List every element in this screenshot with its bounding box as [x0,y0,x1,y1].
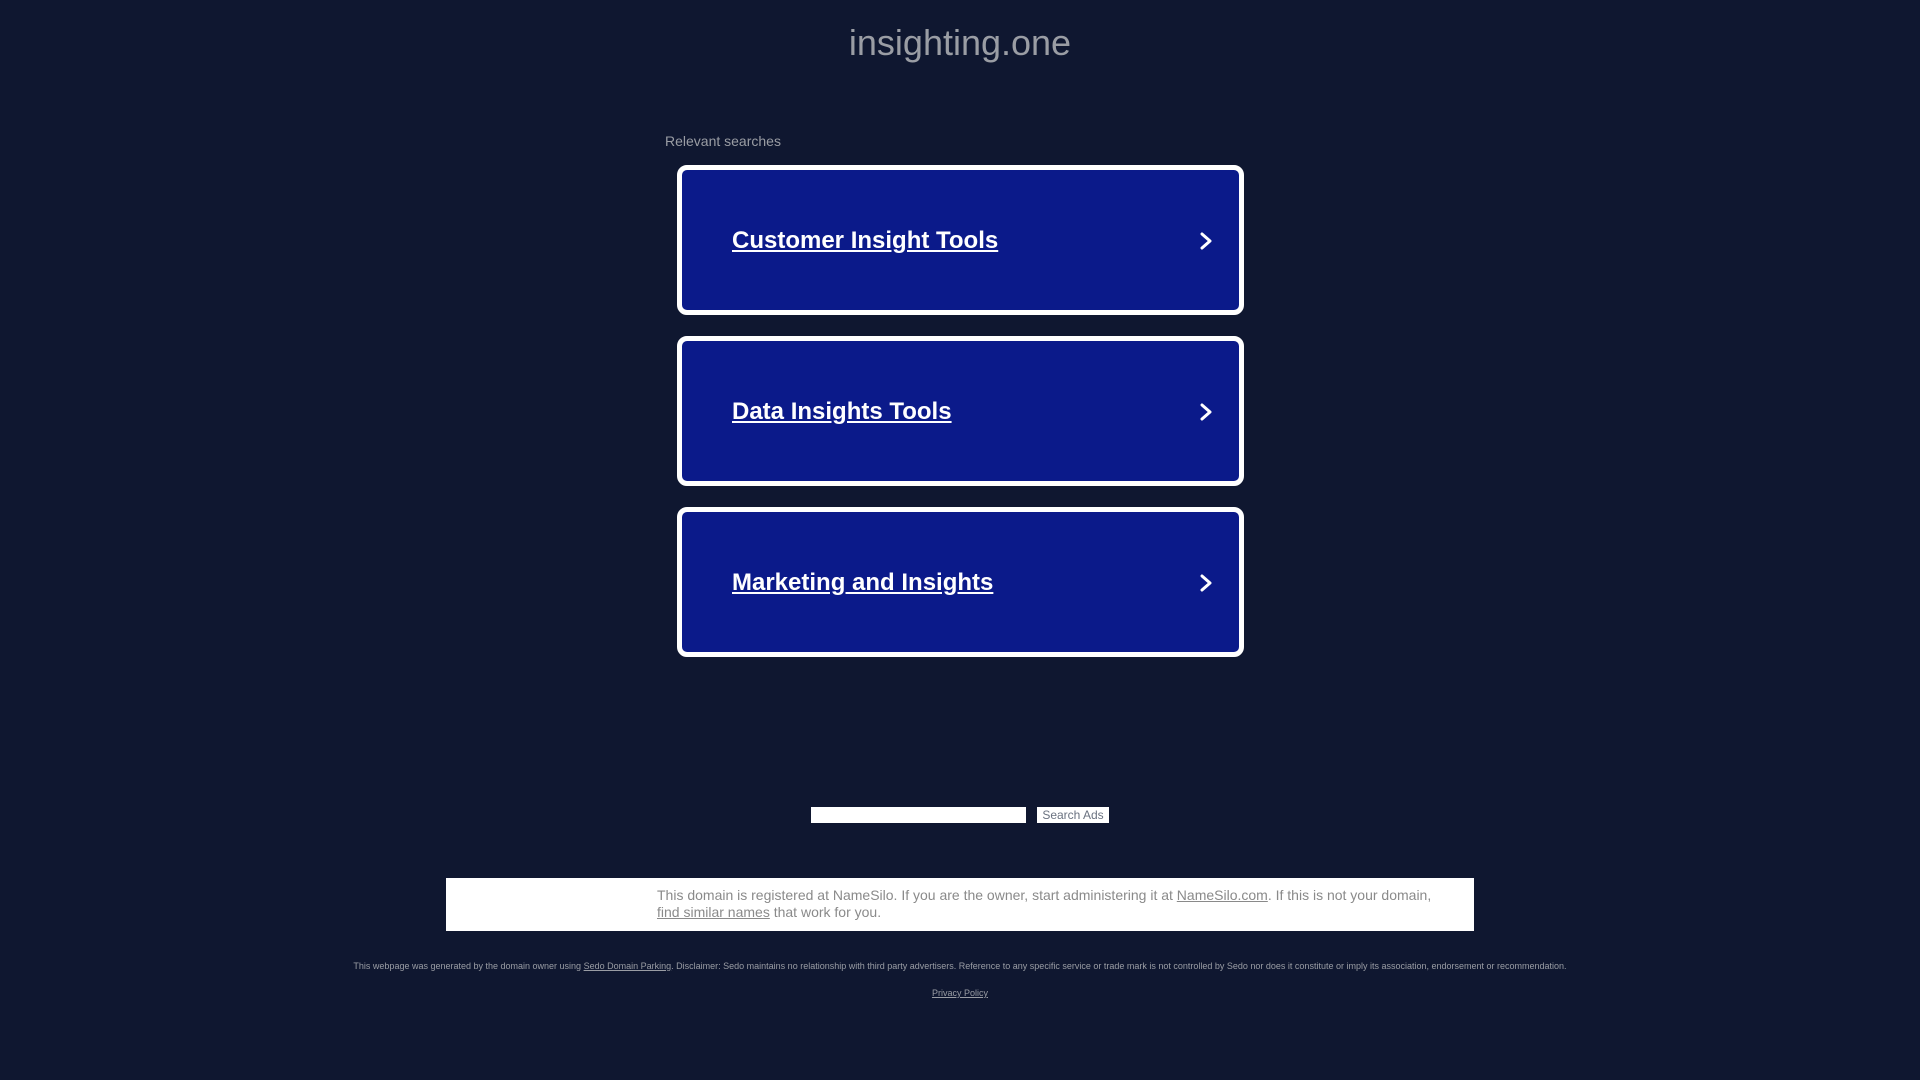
search-input[interactable] [811,807,1027,823]
chevron-right-icon [1200,403,1212,421]
ad-link-marketing-and-insights[interactable]: Marketing and Insights [677,507,1244,657]
notice-text-middle: . If this is not your domain, [1267,887,1432,903]
find-similar-names-link[interactable]: find similar names [657,904,770,920]
chevron-right-icon [1200,232,1212,250]
ad-link-data-insights-tools[interactable]: Data Insights Tools [677,336,1244,486]
relevant-searches-label: Relevant searches [665,133,781,149]
domain-title: insighting.one [848,22,1072,63]
ad-link-customer-insight-tools[interactable]: Customer Insight Tools [677,165,1244,315]
disclaimer-text-before: This webpage was generated by the domain… [353,961,584,971]
disclaimer: This webpage was generated by the domain… [0,961,1920,971]
privacy-footer: Privacy Policy [0,988,1920,998]
privacy-policy-link[interactable]: Privacy Policy [932,988,988,998]
disclaimer-text-after: . Disclaimer: Sedo maintains no relation… [671,961,1567,971]
ad-link-label[interactable]: Marketing and Insights [732,569,993,597]
notice-text-before: This domain is registered at NameSilo. I… [657,887,1177,903]
registrar-notice: This domain is registered at NameSilo. I… [446,878,1474,931]
ad-link-label[interactable]: Data Insights Tools [732,398,952,426]
search-bar: Search Ads [0,807,1920,823]
namesilo-link[interactable]: NameSilo.com [1177,887,1268,903]
search-ads-button[interactable]: Search Ads [1037,807,1109,823]
sedo-domain-parking-link[interactable]: Sedo Domain Parking [584,961,672,971]
notice-text-after: that work for you. [769,904,882,920]
chevron-right-icon [1200,574,1212,592]
parked-domain-page: insighting.one Relevant searches Custome… [0,0,1920,1080]
registrar-notice-text: This domain is registered at NameSilo. I… [657,887,1457,921]
ad-link-label[interactable]: Customer Insight Tools [732,227,998,255]
